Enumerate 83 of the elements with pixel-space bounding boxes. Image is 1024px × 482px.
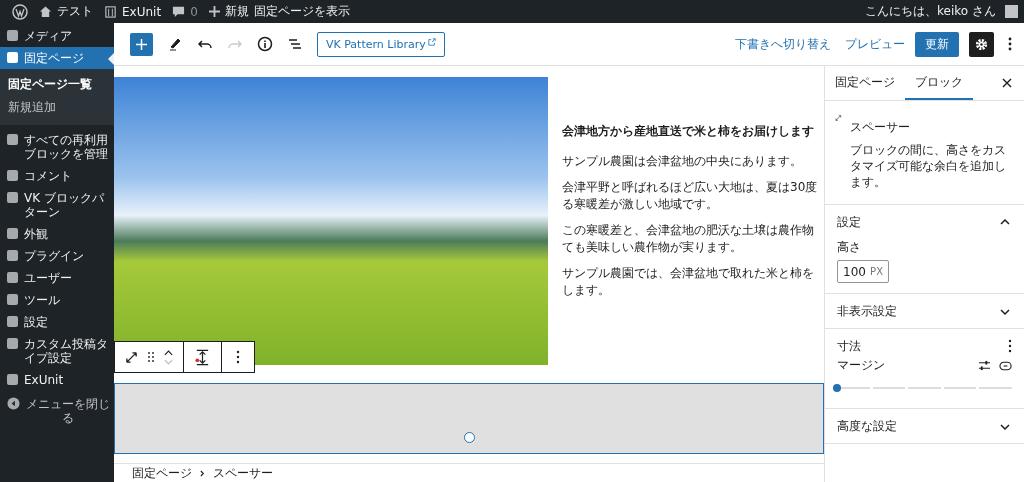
sidebar-item[interactable]: プラグイン	[0, 245, 114, 267]
collapse-menu-button[interactable]: メニューを閉じる	[0, 393, 114, 429]
submenu-item[interactable]: 新規追加	[0, 96, 114, 119]
sidebar-tab[interactable]: ブロック	[905, 66, 973, 100]
sidebar-item[interactable]: カスタム投稿タイプ設定	[0, 333, 114, 369]
content-paragraph: サンプル農園では、会津盆地で取れた米と柿を します。	[562, 265, 815, 299]
section-title: 寸法	[837, 337, 861, 355]
new-link[interactable]: 新規	[224, 3, 249, 20]
sidebar-tab[interactable]: 固定ページ	[825, 66, 905, 100]
plus-icon	[136, 38, 147, 50]
block-title: スペーサー	[849, 119, 911, 136]
spacer-height-icon[interactable]	[194, 348, 211, 366]
sidebar-item[interactable]: VK ブロックパターン	[0, 187, 114, 223]
view-page-link[interactable]: 固定ページを表示	[253, 3, 350, 20]
menu-item-icon	[7, 134, 18, 145]
more-options-icon[interactable]	[1008, 339, 1012, 353]
menu-item-icon	[7, 228, 18, 239]
block-description: ブロックの間に、高さをカスタマイズ可能な余白を追加します。	[849, 142, 1007, 190]
menu-item-icon	[7, 272, 18, 283]
comment-icon[interactable]	[172, 5, 186, 18]
menu-item-icon	[7, 374, 18, 385]
sidebar-item[interactable]: ExUnit	[0, 369, 114, 391]
chevron-right-icon	[200, 469, 205, 477]
section-title[interactable]: 高度な設定	[837, 417, 897, 435]
site-name-link[interactable]: テスト	[57, 3, 93, 20]
height-label: 高さ	[837, 239, 862, 256]
margin-label: マージン	[837, 357, 885, 374]
resize-handle[interactable]	[464, 432, 475, 443]
preview-button[interactable]: プレビュー	[845, 35, 905, 53]
sidebar-item[interactable]: コメント	[0, 165, 114, 187]
close-icon[interactable]	[1002, 78, 1012, 88]
settings-button[interactable]	[969, 31, 994, 57]
slider-thumb[interactable]	[833, 384, 841, 392]
wordpress-logo-icon[interactable]	[12, 3, 28, 20]
content-paragraph: この寒暖差と、会津盆地の肥沃な土壌は農作物 ても美味しい農作物が実ります。	[562, 222, 815, 256]
sidebar-item[interactable]: 固定ページ	[0, 47, 114, 69]
menu-item-icon	[7, 192, 18, 203]
breadcrumb-link[interactable]: スペーサー	[213, 464, 273, 482]
list-view-icon[interactable]	[287, 36, 303, 52]
sliders-icon[interactable]	[978, 360, 991, 371]
link-icon[interactable]	[999, 360, 1012, 371]
comment-count[interactable]: 0	[190, 4, 198, 19]
sidebar-item[interactable]: ツール	[0, 289, 114, 311]
plugin-link[interactable]: ExUnit	[122, 4, 162, 19]
pattern-library-button[interactable]: VK Pattern Library	[317, 31, 445, 57]
external-link-icon	[427, 38, 436, 46]
menu-item-icon	[7, 30, 18, 41]
gear-icon	[974, 36, 989, 52]
menu-item-icon	[7, 170, 18, 181]
menu-item-icon	[7, 338, 18, 349]
menu-item-icon	[7, 316, 18, 327]
move-up-down-icon[interactable]	[164, 348, 173, 366]
sidebar-item[interactable]: ユーザー	[0, 267, 114, 289]
update-button[interactable]: 更新	[915, 31, 959, 57]
drag-handle-icon[interactable]	[148, 352, 154, 362]
sidebar-item[interactable]: 設定	[0, 311, 114, 333]
height-input[interactable]: 100 PX	[837, 260, 889, 283]
more-options-icon[interactable]	[1008, 36, 1012, 52]
breadcrumb-link[interactable]: 固定ページ	[132, 464, 192, 482]
content-heading: 会津地方から産地直送で米と柿をお届けします	[562, 123, 815, 140]
collapse-icon	[7, 397, 20, 410]
plus-icon[interactable]	[208, 6, 220, 17]
section-title[interactable]: 非表示設定	[837, 302, 897, 320]
greeting-link[interactable]: こんにちは、keiko さん	[865, 3, 996, 20]
sidebar-item[interactable]: 外観	[0, 223, 114, 245]
section-title[interactable]: 設定	[837, 213, 861, 231]
building-icon[interactable]	[104, 5, 117, 18]
switch-to-draft-button[interactable]: 下書きへ切り替え	[735, 35, 831, 53]
spacer-block[interactable]	[114, 383, 824, 454]
home-icon[interactable]	[39, 5, 52, 18]
more-options-icon[interactable]	[236, 350, 240, 364]
menu-item-icon	[7, 52, 18, 63]
content-paragraph: 会津平野と呼ばれるほど広い大地は、夏は30度 る寒暖差が激しい地域です。	[562, 179, 818, 213]
sidebar-item[interactable]: すべての再利用ブロックを管理	[0, 129, 114, 165]
sidebar-item[interactable]: メディア	[0, 25, 114, 47]
info-icon[interactable]	[257, 36, 273, 52]
add-block-button[interactable]	[130, 32, 153, 56]
resize-arrow-icon[interactable]	[125, 350, 138, 364]
submenu-item[interactable]: 固定ページ一覧	[0, 73, 114, 96]
content-paragraph: サンプル農園は会津盆地の中央にあります。	[562, 153, 803, 170]
menu-item-icon	[7, 250, 18, 261]
pencil-icon[interactable]	[167, 36, 183, 52]
menu-item-icon	[7, 294, 18, 305]
